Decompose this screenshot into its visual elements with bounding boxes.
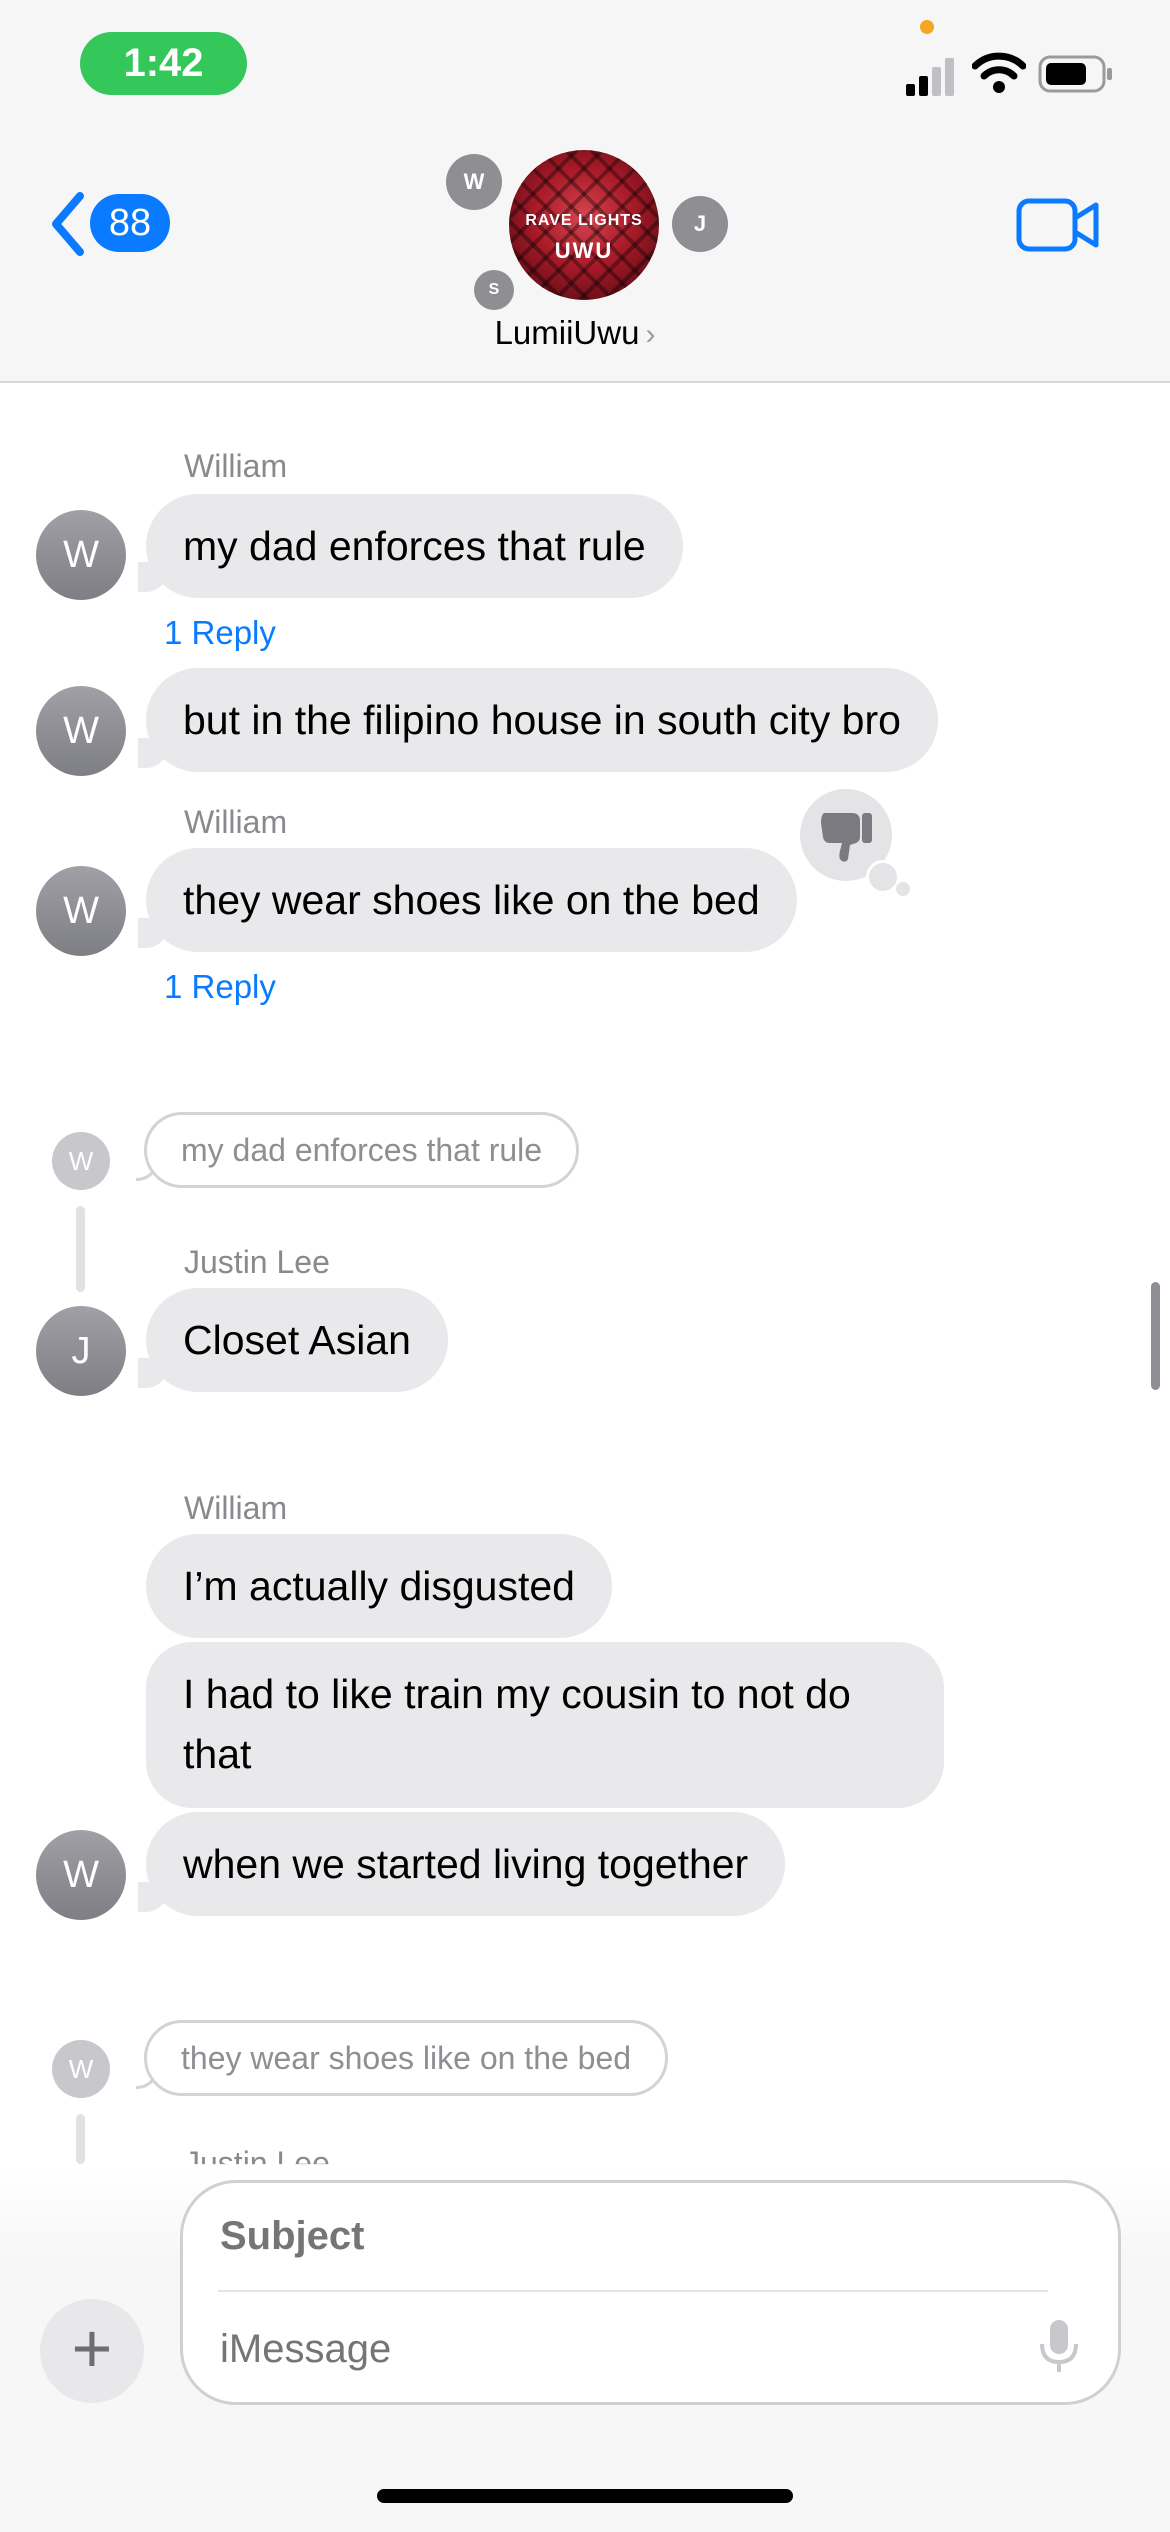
cellular-signal-icon: [906, 58, 954, 96]
add-attachment-button[interactable]: +: [40, 2299, 144, 2403]
microphone-icon[interactable]: [1036, 2318, 1082, 2374]
avatar[interactable]: W: [36, 1830, 126, 1920]
status-time: 1:42: [80, 32, 247, 95]
avatar[interactable]: W: [36, 686, 126, 776]
subject-input[interactable]: [218, 2205, 1042, 2267]
quoted-reply[interactable]: they wear shoes like on the bed: [144, 2020, 669, 2096]
group-name[interactable]: LumiiUwu ›: [0, 314, 1150, 352]
avatar[interactable]: J: [36, 1306, 126, 1396]
compose-divider: [218, 2290, 1048, 2292]
thread-line: [76, 2114, 85, 2164]
member-avatar: S: [474, 270, 514, 310]
chevron-right-icon: ›: [645, 318, 656, 351]
message-bubble[interactable]: when we started living together: [146, 1812, 786, 1916]
message-input[interactable]: [218, 2318, 982, 2380]
back-unread-count[interactable]: 88: [90, 194, 170, 252]
message-bubble[interactable]: but in the filipino house in south city …: [146, 668, 938, 772]
member-avatar: W: [446, 154, 502, 210]
message-bubble[interactable]: they wear shoes like on the bed: [146, 848, 797, 952]
thread-line: [76, 1206, 85, 1292]
sender-name: William: [184, 448, 288, 484]
group-avatar-text: RAVE LIGHTS: [525, 212, 643, 229]
group-name-label[interactable]: LumiiUwu: [495, 314, 640, 351]
tapback-bubble-dot: [896, 882, 910, 896]
reply-count-link[interactable]: 1 Reply: [164, 968, 276, 1006]
video-camera-icon[interactable]: [1016, 198, 1100, 252]
message-bubble[interactable]: Closet Asian: [146, 1288, 448, 1392]
avatar[interactable]: W: [36, 866, 126, 956]
tapback-bubble-dot: [866, 860, 900, 894]
sender-name: Justin Lee: [184, 2147, 330, 2165]
chevron-left-icon[interactable]: [48, 192, 88, 256]
quote-avatar: W: [52, 1132, 110, 1190]
message-bubble[interactable]: I had to like train my cousin to not do …: [146, 1642, 944, 1808]
avatar[interactable]: W: [36, 510, 126, 600]
sender-name: Justin Lee: [184, 1244, 330, 1280]
group-avatar[interactable]: RAVE LIGHTS UWU: [509, 150, 659, 300]
group-avatar-text: UWU: [554, 238, 614, 263]
sender-name: William: [184, 1490, 288, 1526]
battery-icon: [1038, 55, 1112, 93]
scroll-indicator[interactable]: [1151, 1282, 1160, 1390]
sender-name: William: [184, 804, 288, 840]
quoted-reply[interactable]: my dad enforces that rule: [144, 1112, 580, 1188]
quote-avatar: W: [52, 2040, 110, 2098]
home-indicator[interactable]: [377, 2489, 793, 2503]
message-bubble[interactable]: I’m actually disgusted: [146, 1534, 612, 1638]
member-avatar: J: [672, 196, 728, 252]
reply-count-link[interactable]: 1 Reply: [164, 614, 276, 652]
privacy-indicator-dot: [920, 20, 934, 34]
message-bubble[interactable]: my dad enforces that rule: [146, 494, 683, 598]
wifi-icon: [972, 52, 1026, 93]
